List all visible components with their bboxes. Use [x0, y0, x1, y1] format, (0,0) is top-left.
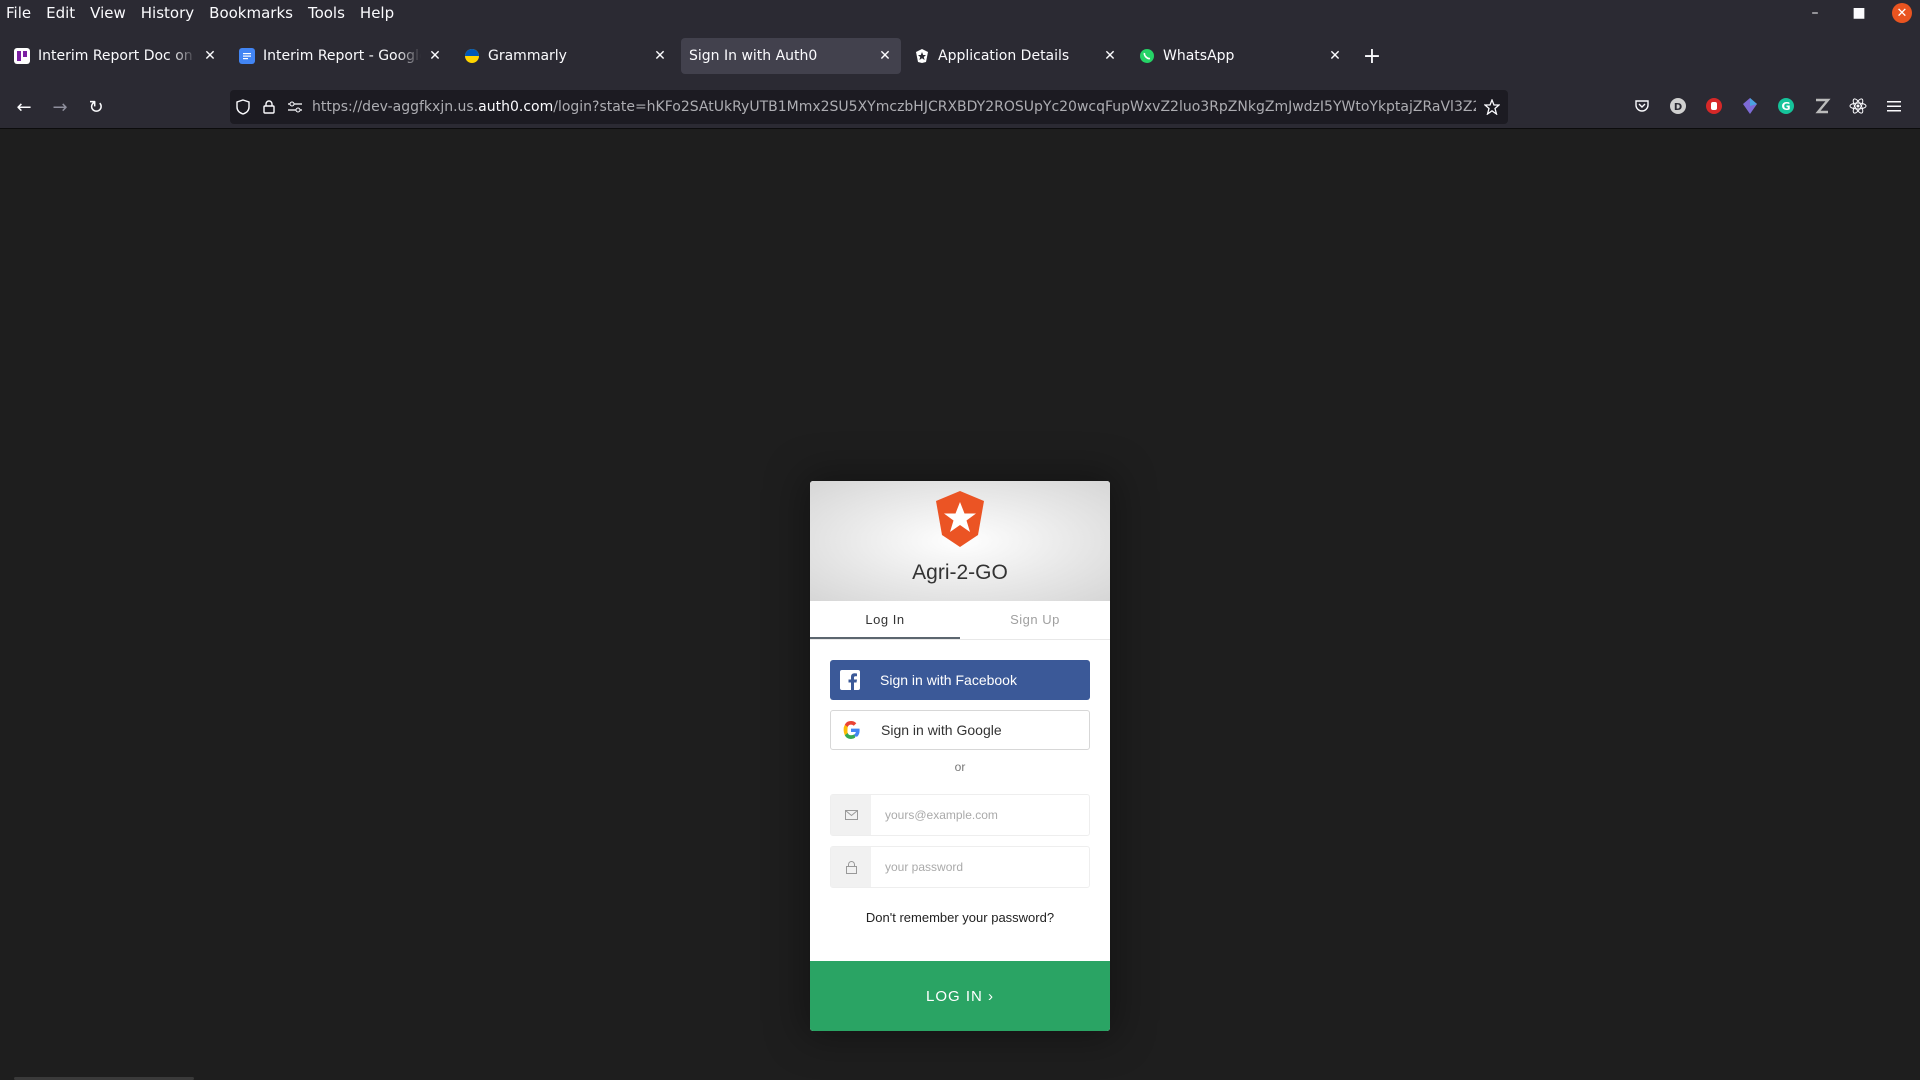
hamburger-menu-icon[interactable] — [1882, 94, 1906, 118]
gem-extension-icon[interactable] — [1738, 94, 1762, 118]
url-path: /login?state=hKFo2SAtUkRyUTB1Mmx2SU5XYmc… — [553, 99, 1476, 115]
page-content: Agri-2-GO Log In Sign Up Sign in with Fa… — [0, 129, 1920, 1080]
app-name: Agri-2-GO — [912, 561, 1008, 584]
url-bar[interactable]: https://dev-aggfkxjn.us.auth0.com/login?… — [230, 90, 1508, 124]
forward-arrow-icon[interactable]: → — [42, 91, 78, 123]
password-input[interactable] — [871, 847, 1089, 887]
tab-title: Interim Report - Google Doc — [263, 48, 421, 64]
facebook-button-label: Sign in with Facebook — [880, 672, 1017, 688]
password-field — [830, 846, 1090, 888]
react-devtools-icon[interactable] — [1846, 94, 1870, 118]
google-button-label: Sign in with Google — [881, 722, 1002, 738]
url-text[interactable]: https://dev-aggfkxjn.us.auth0.com/login?… — [312, 99, 1476, 115]
url-domain: auth0.com — [478, 99, 554, 115]
auth0-logo-icon — [936, 491, 984, 547]
tab-sign-up[interactable]: Sign Up — [960, 601, 1110, 639]
tab-close-icon[interactable]: ✕ — [1102, 48, 1118, 64]
url-prefix: https://dev-aggfkxjn.us. — [312, 99, 479, 115]
email-field — [830, 794, 1090, 836]
menu-edit[interactable]: Edit — [39, 4, 83, 22]
navigation-bar: ← → ↻ https://dev-aggfkxjn.us.auth0.com/… — [0, 86, 1920, 129]
minimize-window-button[interactable]: – — [1804, 2, 1826, 24]
menu-tools[interactable]: Tools — [301, 4, 353, 22]
menu-bar: File Edit View History Bookmarks Tools H… — [0, 0, 1920, 26]
envelope-icon — [831, 795, 871, 835]
reload-icon[interactable]: ↻ — [78, 91, 114, 123]
forgot-password-link[interactable]: Don't remember your password? — [830, 910, 1090, 925]
maximize-window-button[interactable]: ■ — [1848, 2, 1870, 24]
tab-log-in[interactable]: Log In — [810, 601, 960, 639]
tab-whatsapp[interactable]: WhatsApp ✕ — [1131, 38, 1351, 74]
svg-text:D: D — [1674, 102, 1682, 113]
grammarly-extension-icon[interactable]: G — [1774, 94, 1798, 118]
pocket-icon[interactable] — [1630, 94, 1654, 118]
tab-title: Application Details — [938, 48, 1070, 64]
menu-bookmarks[interactable]: Bookmarks — [202, 4, 301, 22]
tab-interim-report-google-doc[interactable]: Interim Report - Google Doc ✕ — [231, 38, 451, 74]
tab-sign-in-auth0[interactable]: Sign In with Auth0 ✕ — [681, 38, 901, 74]
trello-icon — [14, 48, 30, 64]
email-input[interactable] — [871, 795, 1089, 835]
auth0-login-widget: Agri-2-GO Log In Sign Up Sign in with Fa… — [810, 481, 1110, 1031]
hand-stop-icon[interactable] — [1702, 94, 1726, 118]
lock-icon[interactable] — [256, 100, 282, 114]
google-icon — [831, 710, 871, 750]
google-sign-in-button[interactable]: Sign in with Google — [830, 710, 1090, 750]
extensions-toolbar: D G — [1630, 94, 1906, 118]
close-window-button[interactable]: ✕ — [1892, 3, 1912, 23]
grammarly-icon — [464, 48, 480, 64]
tracking-shield-icon[interactable] — [230, 99, 256, 115]
lock-icon — [831, 847, 871, 887]
facebook-sign-in-button[interactable]: Sign in with Facebook — [830, 660, 1090, 700]
bookmark-star-icon[interactable] — [1476, 99, 1508, 115]
tab-close-icon[interactable]: ✕ — [652, 48, 668, 64]
new-tab-plus-icon[interactable]: + — [1358, 42, 1386, 70]
tab-grammarly[interactable]: Grammarly ✕ — [456, 38, 676, 74]
menu-file[interactable]: File — [0, 4, 39, 22]
google-docs-icon — [239, 48, 255, 64]
tab-interim-report-trello[interactable]: Interim Report Doc on 3rd Y ✕ — [6, 38, 226, 74]
whatsapp-icon — [1139, 48, 1155, 64]
svg-text:G: G — [1781, 100, 1790, 113]
tab-close-icon[interactable]: ✕ — [202, 48, 218, 64]
auth-body: Sign in with Facebook Sign in with Googl… — [810, 640, 1110, 925]
auth-header: Agri-2-GO — [810, 481, 1110, 601]
permissions-icon[interactable] — [282, 101, 308, 113]
tab-close-icon[interactable]: ✕ — [427, 48, 443, 64]
tab-title: WhatsApp — [1163, 48, 1235, 64]
menu-view[interactable]: View — [83, 4, 134, 22]
tab-application-details[interactable]: Application Details ✕ — [906, 38, 1126, 74]
auth0-icon — [914, 48, 930, 64]
tab-strip: Interim Report Doc on 3rd Y ✕ Interim Re… — [0, 26, 1920, 86]
auth-tabs: Log In Sign Up — [810, 601, 1110, 640]
extension-d-icon[interactable]: D — [1666, 94, 1690, 118]
back-arrow-icon[interactable]: ← — [6, 91, 42, 123]
tab-close-icon[interactable]: ✕ — [877, 48, 893, 64]
or-separator: or — [954, 760, 966, 774]
tab-title: Interim Report Doc on 3rd Y — [38, 48, 196, 64]
menu-history[interactable]: History — [134, 4, 202, 22]
tab-title: Grammarly — [488, 48, 567, 64]
menu-help[interactable]: Help — [353, 4, 402, 22]
tab-title: Sign In with Auth0 — [689, 48, 818, 64]
zotero-icon[interactable] — [1810, 94, 1834, 118]
log-in-submit-button[interactable]: LOG IN › — [810, 961, 1110, 1031]
facebook-icon — [830, 660, 870, 700]
tab-close-icon[interactable]: ✕ — [1327, 48, 1343, 64]
